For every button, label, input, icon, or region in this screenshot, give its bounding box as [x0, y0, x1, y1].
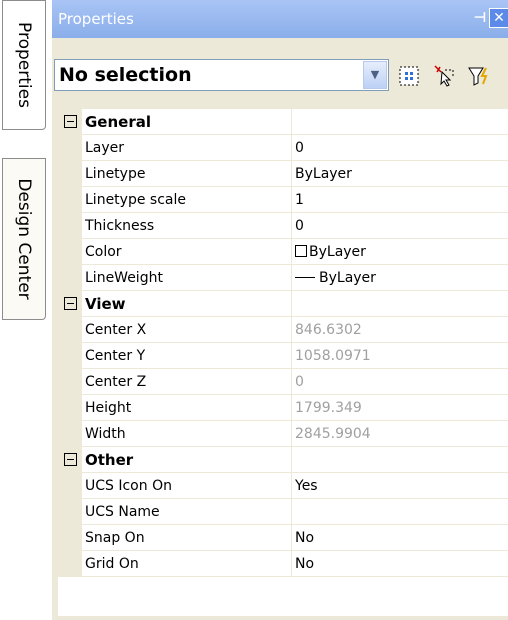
property-name: Center Z — [81, 368, 292, 395]
property-value[interactable]: No — [291, 550, 508, 577]
property-name: Snap On — [81, 524, 292, 551]
tab-design-center[interactable]: Design Center — [2, 158, 46, 320]
property-value[interactable]: ByLayer — [291, 238, 508, 265]
panel-title: Properties — [58, 10, 134, 28]
toolbar: No selection ▼ — [52, 52, 508, 100]
table-row[interactable]: Center X 846.6302 — [58, 316, 508, 343]
property-value: 1058.0971 — [291, 342, 508, 369]
table-row[interactable]: Layer 0 — [58, 134, 508, 161]
tab-properties[interactable]: Properties — [2, 0, 46, 130]
chevron-down-icon[interactable]: ▼ — [363, 61, 387, 89]
category-value — [291, 446, 508, 473]
property-name: Height — [81, 394, 292, 421]
property-name: LineWeight — [81, 264, 292, 291]
property-name: Center X — [81, 316, 292, 343]
tab-design-center-label: Design Center — [14, 178, 34, 300]
table-row[interactable]: Center Y 1058.0971 — [58, 342, 508, 369]
table-row[interactable]: Width 2845.9904 — [58, 420, 508, 447]
minus-icon[interactable] — [63, 453, 77, 466]
table-row[interactable]: Grid On No — [58, 550, 508, 577]
property-name: Center Y — [81, 342, 292, 369]
property-name: Grid On — [81, 550, 292, 577]
category-value — [291, 290, 508, 317]
property-value: 2845.9904 — [291, 420, 508, 447]
category-row-other: Other — [58, 446, 508, 473]
selection-value: No selection — [59, 64, 192, 86]
property-value[interactable]: 0 — [291, 134, 508, 161]
property-value[interactable]: No — [291, 524, 508, 551]
table-row[interactable]: Center Z0 — [58, 368, 508, 395]
property-value: 846.6302 — [291, 316, 508, 343]
category-label: Other — [81, 446, 292, 473]
collapse-view[interactable] — [58, 290, 82, 317]
property-name: Linetype scale — [81, 186, 292, 213]
color-value-text: ByLayer — [309, 243, 366, 260]
table-row[interactable]: LineWeight ByLayer — [58, 264, 508, 291]
property-name: Thickness — [81, 212, 292, 239]
properties-panel: Properties ⊣ ✕ No selection ▼ General La… — [52, 0, 508, 620]
side-tab-strip: Properties Design Center — [0, 0, 52, 620]
table-row[interactable]: UCS Icon On Yes — [58, 472, 508, 499]
table-row[interactable]: Thickness 0 — [58, 212, 508, 239]
property-name: Color — [81, 238, 292, 265]
property-value[interactable]: Yes — [291, 472, 508, 499]
category-label: View — [81, 290, 292, 317]
property-name: UCS Icon On — [81, 472, 292, 499]
table-row[interactable]: Color ByLayer — [58, 238, 508, 265]
property-value[interactable]: ByLayer — [291, 264, 508, 291]
table-row[interactable]: Linetype scale 1 — [58, 186, 508, 213]
close-icon[interactable]: ✕ — [489, 8, 508, 28]
property-name: UCS Name — [81, 498, 292, 525]
tab-properties-label: Properties — [14, 22, 34, 108]
quick-select-icon[interactable] — [467, 64, 491, 88]
collapse-general[interactable] — [58, 108, 82, 135]
property-value: 1799.349 — [291, 394, 508, 421]
title-bar: Properties ⊣ ✕ — [52, 0, 508, 38]
toggle-pickadd-icon[interactable] — [397, 64, 421, 88]
table-row[interactable]: UCS Name — [58, 498, 508, 525]
property-name: Width — [81, 420, 292, 447]
category-row-general: General — [58, 108, 508, 135]
property-name: Linetype — [81, 160, 292, 187]
minus-icon[interactable] — [63, 297, 77, 310]
category-label: General — [81, 108, 292, 135]
table-row[interactable]: Snap On No — [58, 524, 508, 551]
collapse-other[interactable] — [58, 446, 82, 473]
color-swatch-icon — [295, 244, 307, 257]
select-objects-icon[interactable] — [432, 64, 456, 88]
category-value — [291, 108, 508, 135]
property-name: Layer — [81, 134, 292, 161]
lineweight-sample-icon — [295, 276, 315, 278]
table-row[interactable]: Linetype ByLayer — [58, 160, 508, 187]
property-value[interactable]: ByLayer — [291, 160, 508, 187]
property-value[interactable] — [291, 498, 508, 525]
pin-icon[interactable]: ⊣ — [472, 9, 488, 27]
property-value: 0 — [291, 368, 508, 395]
property-value[interactable]: 1 — [291, 186, 508, 213]
table-row[interactable]: Height 1799.349 — [58, 394, 508, 421]
property-grid: General Layer 0 Linetype ByLayer Linetype … — [58, 108, 508, 616]
selection-dropdown[interactable]: No selection ▼ — [54, 59, 389, 91]
category-row-view: View — [58, 290, 508, 317]
lineweight-value-text: ByLayer — [319, 269, 376, 286]
minus-icon[interactable] — [63, 115, 77, 128]
property-value[interactable]: 0 — [291, 212, 508, 239]
